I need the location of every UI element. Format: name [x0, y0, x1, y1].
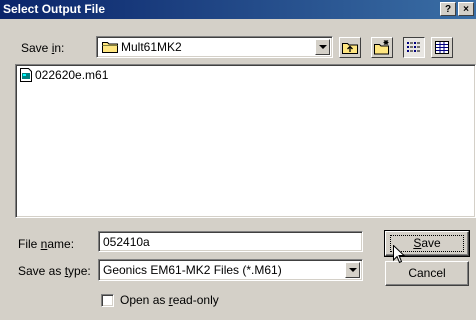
folder-icon — [102, 40, 118, 56]
save-type-value: Geonics EM61-MK2 Files (*.M61) — [103, 263, 282, 277]
file-name-input[interactable]: 052410a — [98, 231, 363, 252]
up-folder-button[interactable] — [339, 37, 361, 58]
save-in-dropdown[interactable]: Mult61MK2 — [96, 36, 333, 58]
details-view-button[interactable] — [431, 37, 453, 58]
mouse-cursor-icon — [393, 244, 406, 267]
save-type-label: Save as type: — [18, 264, 91, 278]
readonly-checkbox[interactable] — [101, 294, 114, 307]
new-folder-icon — [374, 40, 390, 58]
file-icon — [20, 68, 32, 85]
save-in-value: Mult61MK2 — [121, 40, 182, 54]
file-name: 022620e.m61 — [35, 68, 109, 82]
chevron-down-icon[interactable] — [315, 39, 330, 55]
close-button[interactable]: × — [458, 2, 474, 16]
list-view-icon — [407, 41, 421, 57]
save-type-dropdown[interactable]: Geonics EM61-MK2 Files (*.M61) — [98, 259, 363, 281]
save-in-label: Save in: — [21, 41, 65, 55]
list-view-button[interactable] — [403, 37, 425, 58]
window-title: Select Output File — [3, 2, 106, 16]
details-view-icon — [435, 41, 449, 57]
up-folder-icon — [342, 41, 358, 57]
file-name-value: 052410a — [103, 235, 150, 249]
title-bar: Select Output File ? × — [0, 0, 476, 19]
help-button[interactable]: ? — [440, 2, 456, 16]
file-list[interactable]: 022620e.m61 — [15, 64, 476, 218]
file-name-label: File name: — [18, 237, 75, 251]
readonly-label: Open as read-only — [120, 293, 219, 307]
new-folder-button[interactable] — [371, 37, 393, 58]
chevron-down-icon[interactable] — [345, 262, 360, 278]
